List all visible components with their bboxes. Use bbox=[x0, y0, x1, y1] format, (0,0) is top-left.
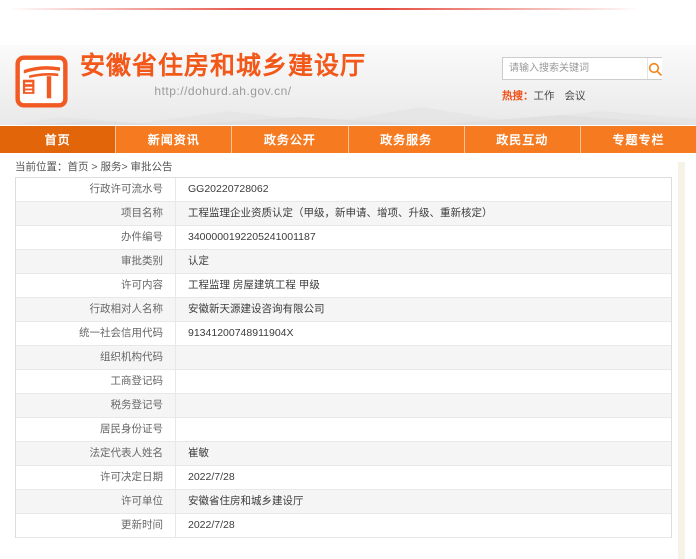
table-row: 项目名称 工程监理企业资质认定（甲级，新申请、增项、升级、重新核定） bbox=[16, 202, 671, 226]
row-label: 许可决定日期 bbox=[16, 466, 176, 489]
breadcrumb-separator: > bbox=[89, 161, 101, 173]
row-label: 组织机构代码 bbox=[16, 346, 176, 369]
nav-item-interaction[interactable]: 政民互动 bbox=[464, 126, 580, 153]
nav-item-gov-service[interactable]: 政务服务 bbox=[348, 126, 464, 153]
row-label: 法定代表人姓名 bbox=[16, 442, 176, 465]
search-area: 热搜：工作会议 bbox=[502, 57, 662, 103]
brand-block: 安徽省住房和城乡建设厅 http://dohurd.ah.gov.cn/ bbox=[80, 51, 366, 98]
search-box bbox=[502, 57, 662, 80]
breadcrumb-current: 审批公告 bbox=[131, 161, 173, 173]
table-row: 税务登记号 bbox=[16, 394, 671, 418]
site-url: http://dohurd.ah.gov.cn/ bbox=[80, 84, 366, 98]
page-edge-decoration bbox=[678, 162, 685, 559]
hot-search-link-meeting[interactable]: 会议 bbox=[565, 90, 586, 102]
hot-search-link-work[interactable]: 工作 bbox=[534, 90, 555, 102]
row-value: 工程监理 房屋建筑工程 甲级 bbox=[176, 274, 671, 297]
nav-item-gov-open[interactable]: 政务公开 bbox=[231, 126, 347, 153]
row-label: 办件编号 bbox=[16, 226, 176, 249]
row-label: 行政许可流水号 bbox=[16, 178, 176, 201]
row-value bbox=[176, 418, 671, 441]
table-row: 许可单位 安徽省住房和城乡建设厅 bbox=[16, 490, 671, 514]
site-header: 安徽省住房和城乡建设厅 http://dohurd.ah.gov.cn/ 热搜：… bbox=[0, 45, 696, 125]
table-row: 更新时间 2022/7/28 bbox=[16, 514, 671, 538]
site-title: 安徽省住房和城乡建设厅 bbox=[80, 51, 366, 81]
row-value: 2022/7/28 bbox=[176, 466, 671, 489]
row-label: 许可内容 bbox=[16, 274, 176, 297]
table-row: 审批类别 认定 bbox=[16, 250, 671, 274]
row-label: 项目名称 bbox=[16, 202, 176, 225]
breadcrumb-link-home[interactable]: 首页 bbox=[68, 161, 89, 173]
row-label: 许可单位 bbox=[16, 490, 176, 513]
row-value: 崔敏 bbox=[176, 442, 671, 465]
row-value: 安徽新天源建设咨询有限公司 bbox=[176, 298, 671, 321]
row-value: 安徽省住房和城乡建设厅 bbox=[176, 490, 671, 513]
row-label: 更新时间 bbox=[16, 514, 176, 537]
row-label: 统一社会信用代码 bbox=[16, 322, 176, 345]
search-button[interactable] bbox=[647, 58, 662, 79]
table-row: 统一社会信用代码 91341200748911904X bbox=[16, 322, 671, 346]
nav-item-special[interactable]: 专题专栏 bbox=[580, 126, 696, 153]
site-logo[interactable] bbox=[15, 55, 68, 108]
table-row: 行政许可流水号 GG20220728062 bbox=[16, 178, 671, 202]
row-value: 3400000192205241001187 bbox=[176, 226, 671, 249]
table-row: 许可决定日期 2022/7/28 bbox=[16, 466, 671, 490]
row-label: 居民身份证号 bbox=[16, 418, 176, 441]
nav-item-home[interactable]: 首页 bbox=[0, 126, 115, 153]
table-row: 办件编号 3400000192205241001187 bbox=[16, 226, 671, 250]
hot-search-bar: 热搜：工作会议 bbox=[502, 88, 662, 103]
breadcrumb: 当前位置：首页 > 服务> 审批公告 bbox=[15, 159, 173, 174]
main-nav: 首页 新闻资讯 政务公开 政务服务 政民互动 专题专栏 bbox=[0, 126, 696, 153]
row-label: 审批类别 bbox=[16, 250, 176, 273]
table-row: 组织机构代码 bbox=[16, 346, 671, 370]
row-value: GG20220728062 bbox=[176, 178, 671, 201]
breadcrumb-label: 当前位置： bbox=[15, 161, 68, 173]
search-input[interactable] bbox=[503, 58, 647, 79]
table-row: 法定代表人姓名 崔敏 bbox=[16, 442, 671, 466]
hot-search-label: 热搜： bbox=[502, 90, 534, 102]
row-value bbox=[176, 346, 671, 369]
breadcrumb-separator: > bbox=[121, 161, 130, 173]
row-value: 认定 bbox=[176, 250, 671, 273]
row-label: 工商登记码 bbox=[16, 370, 176, 393]
row-value: 91341200748911904X bbox=[176, 322, 671, 345]
table-row: 居民身份证号 bbox=[16, 418, 671, 442]
row-value: 2022/7/28 bbox=[176, 514, 671, 537]
search-icon bbox=[648, 62, 662, 76]
table-row: 许可内容 工程监理 房屋建筑工程 甲级 bbox=[16, 274, 671, 298]
table-row: 工商登记码 bbox=[16, 370, 671, 394]
nav-item-news[interactable]: 新闻资讯 bbox=[115, 126, 231, 153]
top-divider-line bbox=[8, 8, 688, 10]
approval-info-table: 行政许可流水号 GG20220728062 项目名称 工程监理企业资质认定（甲级… bbox=[15, 177, 672, 538]
row-value bbox=[176, 394, 671, 417]
row-label: 税务登记号 bbox=[16, 394, 176, 417]
row-label: 行政相对人名称 bbox=[16, 298, 176, 321]
row-value bbox=[176, 370, 671, 393]
breadcrumb-link-service[interactable]: 服务 bbox=[100, 161, 121, 173]
row-value: 工程监理企业资质认定（甲级，新申请、增项、升级、重新核定） bbox=[176, 202, 671, 225]
page: 安徽省住房和城乡建设厅 http://dohurd.ah.gov.cn/ 热搜：… bbox=[0, 0, 696, 559]
table-row: 行政相对人名称 安徽新天源建设咨询有限公司 bbox=[16, 298, 671, 322]
